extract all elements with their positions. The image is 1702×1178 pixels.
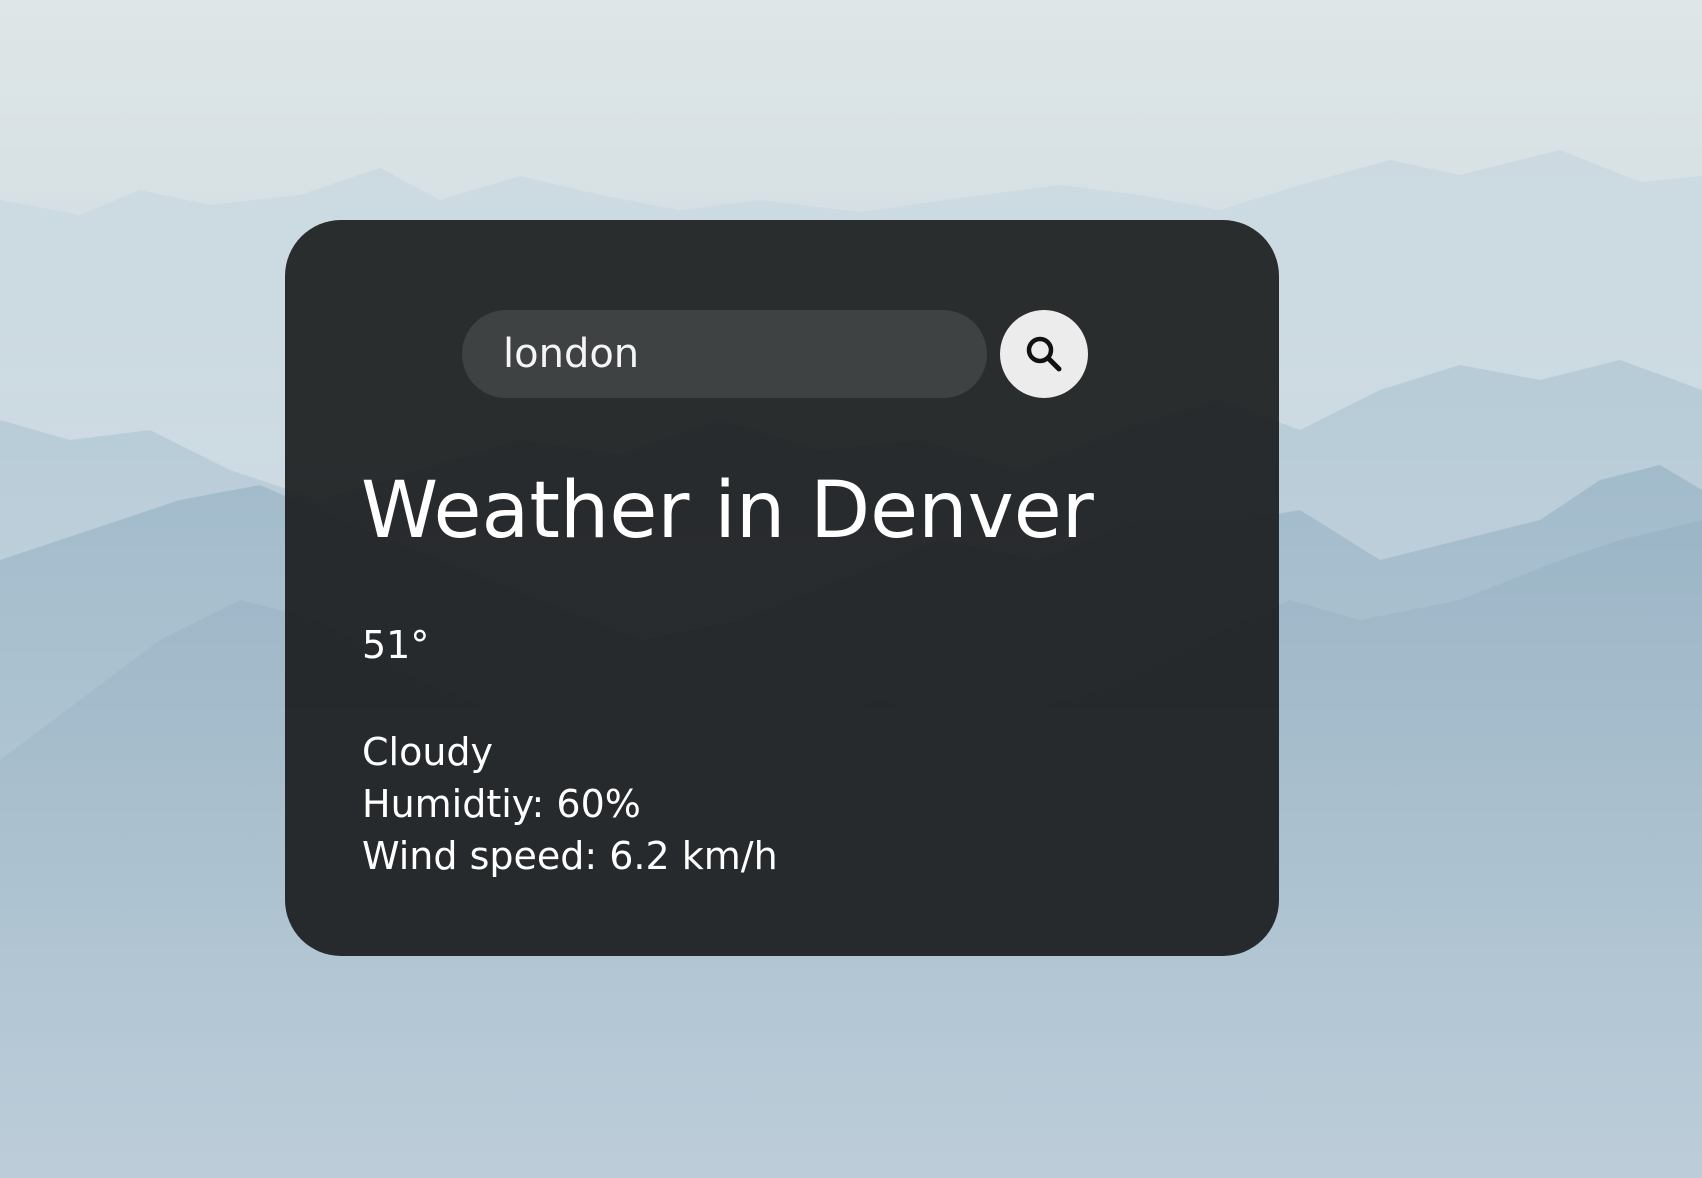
weather-card: Weather in Denver 51° Cloudy Humidtiy: 6…	[285, 220, 1279, 956]
search-icon	[1026, 336, 1062, 372]
search-button[interactable]	[1000, 310, 1088, 398]
humidity: Humidtiy: 60%	[362, 782, 641, 826]
city-title: Weather in Denver	[361, 466, 1094, 556]
temperature: 51°	[362, 623, 430, 667]
weather-condition: Cloudy	[362, 730, 494, 774]
search-input[interactable]	[462, 310, 987, 398]
weather-details: Cloudy Humidtiy: 60% Wind speed: 6.2 km/…	[362, 726, 778, 882]
wind-speed: Wind speed: 6.2 km/h	[362, 834, 778, 878]
